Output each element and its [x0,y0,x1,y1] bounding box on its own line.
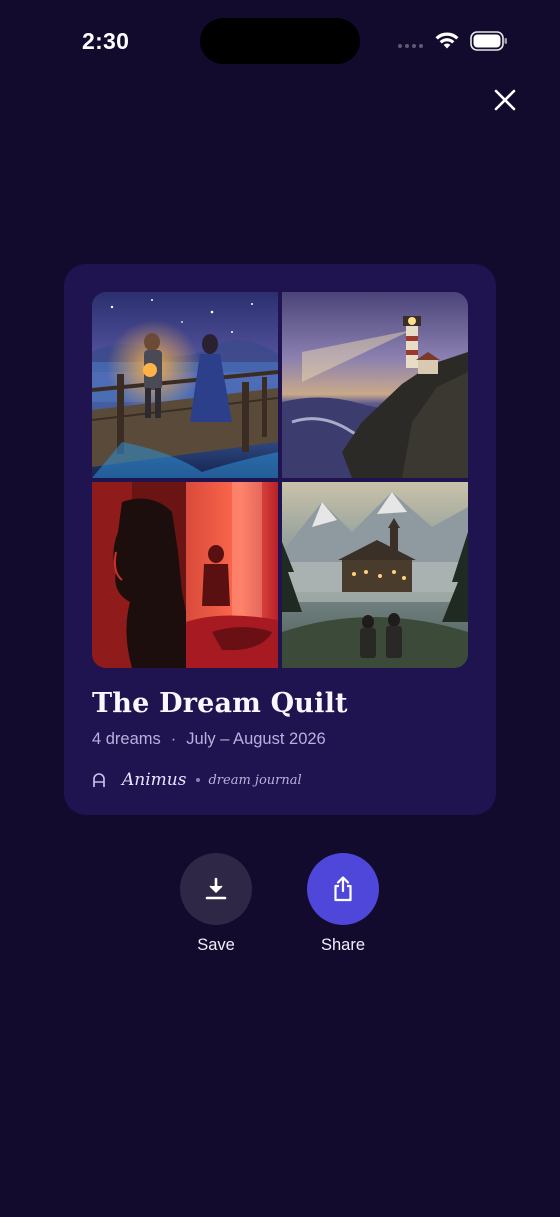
subtitle-separator: · [170,730,177,748]
status-time: 2:30 [82,28,130,54]
brand-attribution: Animus dream journal [92,770,302,790]
save-label: Save [197,936,235,954]
quilt-tile-couple-bridge [92,292,278,478]
dream-quilt-card: The Dream Quilt 4 dreams · July – August… [64,264,496,815]
save-button-circle[interactable] [180,853,252,925]
red-silhouettes-image [92,482,278,668]
lighthouse-image [282,292,468,478]
share-icon [334,876,352,902]
wifi-icon [435,32,459,49]
quilt-tile-lighthouse [282,292,468,478]
mountain-castle-image [282,482,468,668]
brand-separator-dot [196,778,201,782]
close-icon [494,89,516,111]
brand-tagline: dream journal [208,772,302,788]
dream-count: 4 dreams [92,730,161,748]
cellular-signal-icon [398,44,423,48]
card-title: The Dream Quilt [92,688,348,719]
date-range: July – August 2026 [186,730,326,748]
share-button-circle[interactable] [307,853,379,925]
couple-bridge-image [92,292,278,478]
quilt-tile-mountain-castle [282,482,468,668]
close-button[interactable] [489,84,521,116]
download-icon [205,877,227,900]
brand-name: Animus [122,770,187,790]
dynamic-island [200,18,360,64]
quilt-tile-red-silhouettes [92,482,278,668]
quilt-image-grid [92,292,468,668]
battery-icon [470,31,507,51]
share-label: Share [320,936,366,954]
share-button[interactable]: Share [307,853,379,955]
card-subtitle: 4 dreams · July – August 2026 [92,730,326,749]
animus-logo-icon [93,773,105,787]
save-button[interactable]: Save [180,853,252,955]
